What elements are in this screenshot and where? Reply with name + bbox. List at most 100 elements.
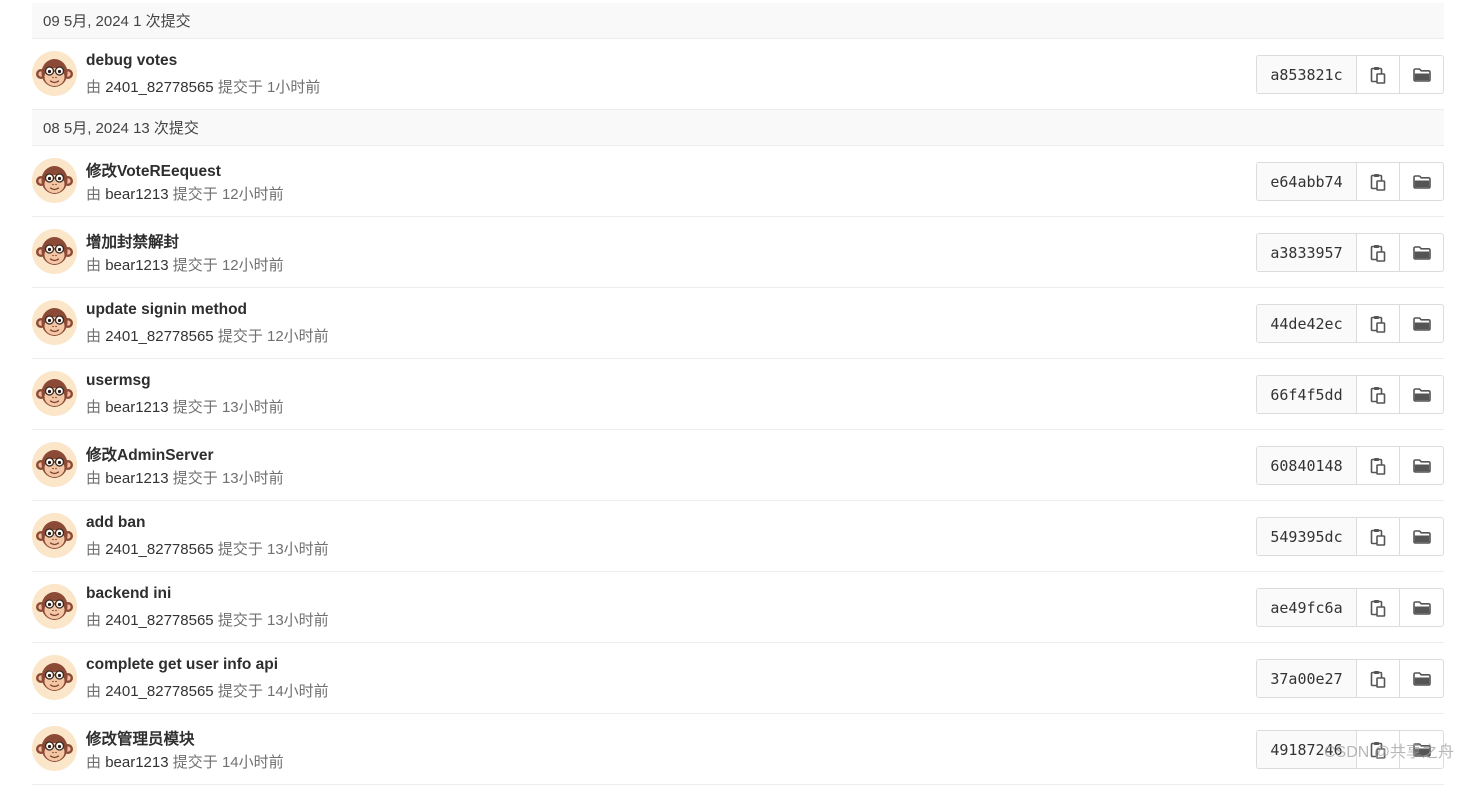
commit-meta: 由 bear1213 提交于 14小时前 bbox=[86, 751, 284, 772]
commit-actions: a853821c bbox=[1256, 55, 1444, 94]
commit-meta: 由 2401_82778565 提交于 12小时前 bbox=[86, 325, 329, 346]
commit-row: usermsg 由 bear1213 提交于 13小时前 66f4f5dd bbox=[32, 359, 1444, 430]
browse-files-button[interactable] bbox=[1400, 305, 1443, 342]
meta-by: 由 bbox=[86, 79, 102, 96]
meta-action: 提交于 bbox=[217, 328, 263, 345]
copy-sha-button[interactable] bbox=[1357, 163, 1400, 200]
commit-author[interactable]: bear1213 bbox=[105, 257, 168, 274]
monkey-avatar-icon[interactable] bbox=[32, 51, 77, 96]
commit-sha-button[interactable]: a853821c bbox=[1257, 56, 1357, 93]
commit-title[interactable]: 修改VoteREequest bbox=[86, 159, 221, 181]
commit-row: 修改AdminServer 由 bear1213 提交于 13小时前 60840… bbox=[32, 430, 1444, 501]
day-header-label: 08 5月, 2024 13 次提交 bbox=[43, 120, 199, 137]
commit-time: 12小时前 bbox=[267, 328, 329, 345]
folder-icon bbox=[1412, 316, 1431, 331]
folder-icon bbox=[1412, 67, 1431, 82]
commit-actions: ae49fc6a bbox=[1256, 588, 1444, 627]
browse-files-button[interactable] bbox=[1400, 56, 1443, 93]
commit-meta: 由 2401_82778565 提交于 14小时前 bbox=[86, 680, 329, 701]
commit-author[interactable]: bear1213 bbox=[105, 399, 168, 416]
copy-sha-button[interactable] bbox=[1357, 518, 1400, 555]
commit-sha-button[interactable]: 66f4f5dd bbox=[1257, 376, 1357, 413]
commit-title[interactable]: debug votes bbox=[86, 52, 177, 70]
folder-icon bbox=[1412, 529, 1431, 544]
copy-sha-button[interactable] bbox=[1357, 376, 1400, 413]
copy-sha-button[interactable] bbox=[1357, 447, 1400, 484]
copy-sha-button[interactable] bbox=[1357, 305, 1400, 342]
browse-files-button[interactable] bbox=[1400, 589, 1443, 626]
browse-files-button[interactable] bbox=[1400, 234, 1443, 271]
commit-actions: e64abb74 bbox=[1256, 162, 1444, 201]
commit-author[interactable]: 2401_82778565 bbox=[105, 328, 213, 345]
commit-title[interactable]: update signin method bbox=[86, 301, 247, 319]
commit-author[interactable]: 2401_82778565 bbox=[105, 683, 213, 700]
monkey-avatar-icon[interactable] bbox=[32, 584, 77, 629]
commit-actions: 44de42ec bbox=[1256, 304, 1444, 343]
commit-sha-button[interactable]: 549395dc bbox=[1257, 518, 1357, 555]
commit-sha-button[interactable]: ae49fc6a bbox=[1257, 589, 1357, 626]
commit-title[interactable]: usermsg bbox=[86, 372, 151, 390]
commit-sha-button[interactable]: 60840148 bbox=[1257, 447, 1357, 484]
clipboard-icon bbox=[1370, 173, 1386, 191]
commit-sha-button[interactable]: 37a00e27 bbox=[1257, 660, 1357, 697]
meta-by: 由 bbox=[86, 399, 102, 416]
clipboard-icon bbox=[1370, 457, 1386, 475]
commit-author[interactable]: bear1213 bbox=[105, 754, 168, 771]
monkey-avatar-icon[interactable] bbox=[32, 726, 77, 771]
monkey-avatar-icon[interactable] bbox=[32, 655, 77, 700]
commit-meta: 由 bear1213 提交于 12小时前 bbox=[86, 183, 284, 204]
meta-action: 提交于 bbox=[172, 754, 218, 771]
monkey-avatar-icon[interactable] bbox=[32, 300, 77, 345]
monkey-avatar-icon[interactable] bbox=[32, 371, 77, 416]
commit-author[interactable]: 2401_82778565 bbox=[105, 79, 213, 96]
commit-sha-button[interactable]: e64abb74 bbox=[1257, 163, 1357, 200]
copy-sha-button[interactable] bbox=[1357, 660, 1400, 697]
meta-by: 由 bbox=[86, 470, 102, 487]
monkey-avatar-icon[interactable] bbox=[32, 158, 77, 203]
commit-author[interactable]: bear1213 bbox=[105, 186, 168, 203]
commit-sha-button[interactable]: 44de42ec bbox=[1257, 305, 1357, 342]
commit-time: 1小时前 bbox=[267, 79, 321, 96]
meta-by: 由 bbox=[86, 754, 102, 771]
commit-title[interactable]: add ban bbox=[86, 514, 145, 532]
commit-actions: 549395dc bbox=[1256, 517, 1444, 556]
commit-title[interactable]: 修改AdminServer bbox=[86, 443, 213, 465]
commit-row: 修改VoteREequest 由 bear1213 提交于 12小时前 e64a… bbox=[32, 146, 1444, 217]
browse-files-button[interactable] bbox=[1400, 447, 1443, 484]
meta-by: 由 bbox=[86, 186, 102, 203]
monkey-avatar-icon[interactable] bbox=[32, 513, 77, 558]
commit-row: debug votes 由 2401_82778565 提交于 1小时前 a85… bbox=[32, 39, 1444, 110]
monkey-avatar-icon[interactable] bbox=[32, 229, 77, 274]
commit-time: 13小时前 bbox=[267, 612, 329, 629]
commit-actions: 37a00e27 bbox=[1256, 659, 1444, 698]
browse-files-button[interactable] bbox=[1400, 518, 1443, 555]
folder-icon bbox=[1412, 174, 1431, 189]
clipboard-icon bbox=[1370, 244, 1386, 262]
folder-icon bbox=[1412, 245, 1431, 260]
folder-icon bbox=[1412, 600, 1431, 615]
browse-files-button[interactable] bbox=[1400, 376, 1443, 413]
commit-title[interactable]: 修改管理员模块 bbox=[86, 727, 195, 749]
commit-meta: 由 2401_82778565 提交于 13小时前 bbox=[86, 538, 329, 559]
copy-sha-button[interactable] bbox=[1357, 234, 1400, 271]
copy-sha-button[interactable] bbox=[1357, 56, 1400, 93]
commit-title[interactable]: 增加封禁解封 bbox=[86, 230, 179, 252]
meta-by: 由 bbox=[86, 328, 102, 345]
commit-author[interactable]: 2401_82778565 bbox=[105, 612, 213, 629]
commit-meta: 由 2401_82778565 提交于 1小时前 bbox=[86, 76, 320, 97]
commit-author[interactable]: 2401_82778565 bbox=[105, 541, 213, 558]
copy-sha-button[interactable] bbox=[1357, 589, 1400, 626]
browse-files-button[interactable] bbox=[1400, 163, 1443, 200]
commit-title[interactable]: backend ini bbox=[86, 585, 171, 603]
commit-title[interactable]: complete get user info api bbox=[86, 656, 278, 674]
commit-sha-button[interactable]: a3833957 bbox=[1257, 234, 1357, 271]
commit-author[interactable]: bear1213 bbox=[105, 470, 168, 487]
commit-time: 13小时前 bbox=[267, 541, 329, 558]
meta-by: 由 bbox=[86, 612, 102, 629]
browse-files-button[interactable] bbox=[1400, 660, 1443, 697]
day-header-label: 09 5月, 2024 1 次提交 bbox=[43, 13, 191, 30]
monkey-avatar-icon[interactable] bbox=[32, 442, 77, 487]
commit-time: 14小时前 bbox=[221, 754, 284, 771]
day-header: 08 5月, 2024 13 次提交 bbox=[32, 110, 1444, 146]
commit-actions: 60840148 bbox=[1256, 446, 1444, 485]
